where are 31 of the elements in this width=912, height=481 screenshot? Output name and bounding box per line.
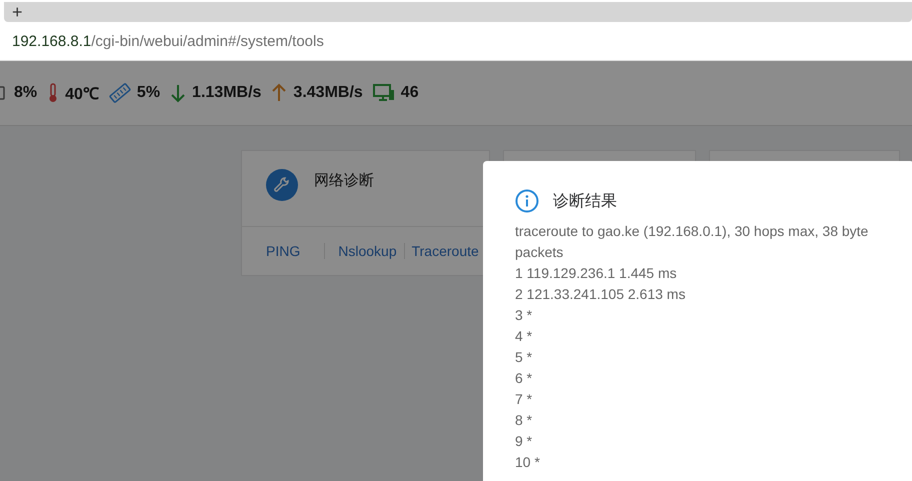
status-value: 40℃: [65, 85, 99, 104]
dialog-title: 诊断结果: [553, 192, 617, 212]
monitor-icon: [372, 84, 395, 102]
tool-link[interactable]: Nslookup: [324, 243, 404, 259]
card-title: 网络诊断: [314, 171, 374, 190]
arrow-up-icon: [271, 83, 288, 103]
url-host: 192.168.8.1: [12, 32, 92, 50]
memory-stick-icon: [108, 83, 131, 103]
result-line: 1 119.129.236.1 1.445 ms: [515, 264, 678, 283]
result-line: 6 *: [515, 369, 534, 388]
status-value: 46: [400, 84, 419, 102]
result-line: 3 *: [515, 306, 534, 325]
status-value: 5%: [136, 84, 160, 102]
result-line: 7 *: [515, 390, 534, 409]
result-line: 2 121.33.241.105 2.613 ms: [515, 285, 686, 304]
status-value: 1.13MB/s: [192, 84, 262, 102]
result-line: 8 *: [515, 411, 534, 430]
wrench-icon: [266, 168, 298, 200]
result-line: traceroute to gao.ke (192.168.0.1), 30 hops max, 38 byte packets: [515, 222, 870, 262]
info-icon: [515, 189, 539, 213]
result-line: 9 *: [515, 432, 534, 451]
new-tab-button[interactable]: +: [4, 2, 912, 22]
status-value: 8%: [14, 84, 38, 102]
tool-link[interactable]: PING: [266, 243, 324, 259]
thermometer-icon: [47, 83, 60, 103]
status-value: 3.43MB/s: [293, 84, 363, 102]
arrow-down-icon: [170, 83, 186, 103]
result-line: 4 *: [515, 327, 534, 346]
result-line: 10 *: [515, 453, 541, 472]
result-line: 5 *: [515, 348, 534, 367]
url-path: /cgi-bin/webui/admin#/system/tools: [91, 32, 324, 50]
